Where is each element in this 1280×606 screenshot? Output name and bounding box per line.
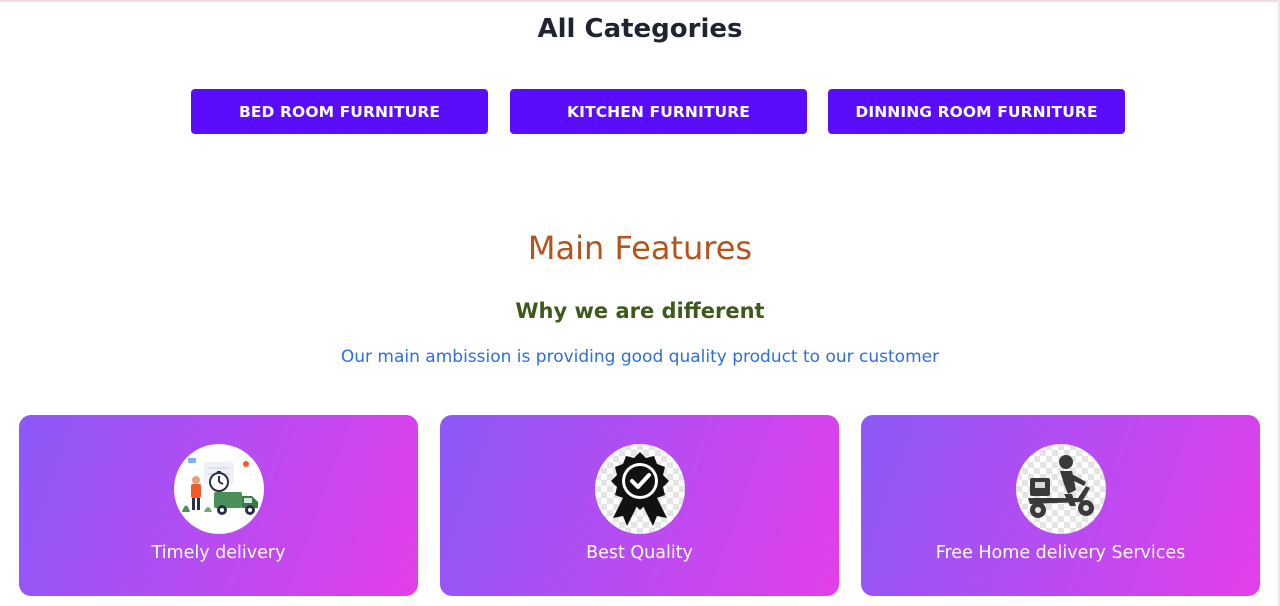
features-title: Main Features [527, 229, 753, 267]
feature-card-best-quality[interactable]: Best Quality [440, 415, 839, 596]
category-dinning-room-button[interactable]: DINNING ROOM FURNITURE [828, 89, 1125, 134]
delivery-truck-icon [173, 444, 264, 534]
quality-badge-icon [594, 444, 685, 534]
category-bed-room-button[interactable]: BED ROOM FURNITURE [191, 89, 488, 134]
feature-card-label: Timely delivery [151, 543, 286, 563]
feature-card-label: Free Home delivery Services [935, 543, 1186, 563]
feature-card-free-home-delivery[interactable]: Free Home delivery Services [861, 415, 1260, 596]
category-kitchen-button[interactable]: KITCHEN FURNITURE [510, 89, 807, 134]
feature-card-timely-delivery[interactable]: Timely delivery [19, 415, 418, 596]
top-border [0, 0, 1280, 2]
features-description: Our main ambission is providing good qua… [340, 347, 940, 367]
features-subtitle: Why we are different [515, 299, 765, 323]
scooter-delivery-icon [1015, 444, 1106, 534]
categories-title: All Categories [537, 14, 743, 44]
feature-card-label: Best Quality [586, 543, 693, 563]
